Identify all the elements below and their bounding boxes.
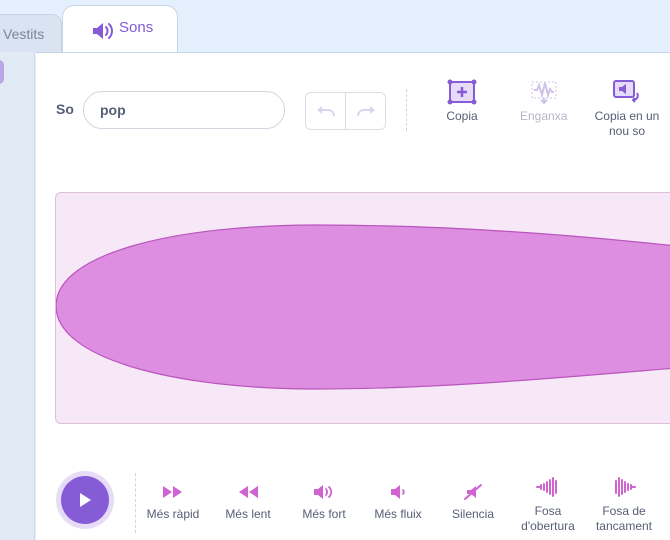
sound-name-input[interactable]: pop [83, 91, 285, 129]
paste-button[interactable]: Enganxa [520, 79, 567, 124]
effect-faster-label: Més ràpid [146, 507, 200, 521]
redo-button[interactable] [346, 93, 385, 129]
undo-redo-group [305, 92, 386, 130]
volume-down-icon [391, 485, 405, 499]
effect-fade-in-button[interactable]: Fosa d'obertura [514, 476, 582, 534]
copy-to-new-button[interactable]: Copia en un nou so [589, 79, 665, 139]
rewind-icon [239, 486, 258, 498]
paste-icon [531, 81, 557, 105]
editor-tabs: Vestits Sons [0, 0, 670, 53]
paste-label: Enganxa [520, 109, 568, 123]
effect-fade-in-label: Fosa d'obertura [521, 504, 575, 533]
tab-costumes[interactable]: Vestits [0, 14, 62, 52]
effect-fade-out-button[interactable]: Fosa de tancament [589, 476, 659, 534]
effect-louder-button[interactable]: Més fort [296, 483, 352, 522]
speaker-icon [93, 23, 113, 39]
sound-list-scroll-handle[interactable] [0, 60, 4, 84]
waveform [56, 224, 670, 390]
undo-icon [316, 106, 335, 116]
play-icon [80, 493, 91, 507]
play-button[interactable] [56, 471, 114, 529]
tab-sounds[interactable]: Sons [62, 5, 178, 53]
volume-up-icon [314, 485, 333, 499]
copy-to-new-icon [613, 80, 639, 103]
redo-icon [356, 106, 375, 116]
waveform-display[interactable] [55, 192, 670, 424]
effect-softer-button[interactable]: Més fluix [368, 483, 428, 522]
fast-forward-icon [163, 486, 182, 498]
sound-editor: So pop Copia Enganxa Copia en un nou so … [36, 52, 670, 540]
fade-out-icon [615, 477, 636, 497]
effect-slower-button[interactable]: Més lent [220, 483, 276, 522]
tab-costumes-label: Vestits [3, 26, 45, 42]
sound-list-panel [0, 52, 35, 540]
effect-mute-label: Silencia [451, 507, 495, 521]
copy-button[interactable]: Copia [446, 79, 478, 124]
copy-icon [447, 79, 477, 105]
fade-in-icon [536, 477, 557, 497]
copy-to-new-label: Copia en un nou so [594, 109, 660, 138]
effects-divider [135, 473, 136, 533]
effect-faster-button[interactable]: Més ràpid [143, 483, 203, 522]
effect-slower-label: Més lent [225, 507, 271, 521]
effect-softer-label: Més fluix [374, 507, 422, 521]
effect-louder-label: Més fort [302, 507, 346, 521]
mute-icon [464, 484, 482, 500]
copy-label: Copia [446, 109, 478, 123]
toolbar-divider [406, 89, 407, 131]
effect-mute-button[interactable]: Silencia [444, 483, 502, 522]
effect-fade-out-label: Fosa de tancament [595, 504, 653, 533]
undo-button[interactable] [306, 93, 346, 129]
tab-sounds-label: Sons [119, 19, 154, 36]
sound-name-label: So [56, 101, 74, 117]
